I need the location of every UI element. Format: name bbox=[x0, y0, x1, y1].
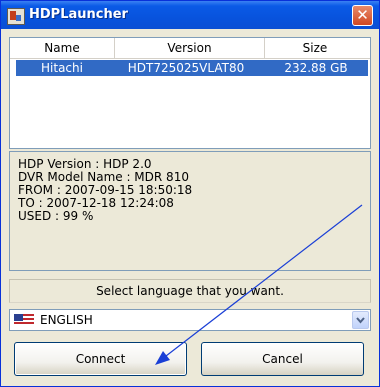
language-select[interactable]: ENGLISH bbox=[9, 309, 371, 331]
row-version-cell: HDT725025VLAT80 bbox=[127, 61, 245, 75]
window-title: HDPLauncher bbox=[29, 7, 128, 22]
info-used: USED : 99 % bbox=[18, 209, 94, 223]
drive-list[interactable]: Name Version Size Hitachi HDT725025VLAT8… bbox=[9, 37, 371, 149]
column-header-size[interactable]: Size bbox=[265, 38, 365, 58]
dropdown-button[interactable] bbox=[352, 311, 369, 329]
chevron-down-icon bbox=[356, 317, 365, 324]
app-icon bbox=[7, 8, 25, 25]
close-icon: ✕ bbox=[356, 6, 369, 24]
hdplauncher-window: HDPLauncher ✕ Name Version Size Hitachi … bbox=[0, 0, 380, 387]
language-prompt-box: Select language that you want. bbox=[9, 279, 371, 303]
cancel-button[interactable]: Cancel bbox=[201, 342, 364, 376]
connect-button[interactable]: Connect bbox=[14, 342, 187, 376]
column-header-version[interactable]: Version bbox=[115, 38, 265, 58]
column-header-name[interactable]: Name bbox=[10, 38, 115, 58]
drive-info-panel: HDP Version : HDP 2.0 DVR Model Name : M… bbox=[9, 151, 371, 271]
close-button[interactable]: ✕ bbox=[352, 5, 373, 26]
row-size-cell: 232.88 GB bbox=[284, 61, 348, 75]
us-flag-icon bbox=[14, 314, 34, 326]
language-selected-value: ENGLISH bbox=[40, 313, 93, 327]
language-prompt: Select language that you want. bbox=[96, 284, 284, 298]
list-header: Name Version Size bbox=[10, 38, 370, 59]
row-name-cell: Hitachi bbox=[41, 61, 83, 75]
list-row-selected[interactable]: Hitachi HDT725025VLAT80 232.88 GB bbox=[16, 60, 368, 76]
title-bar[interactable]: HDPLauncher ✕ bbox=[1, 1, 379, 29]
